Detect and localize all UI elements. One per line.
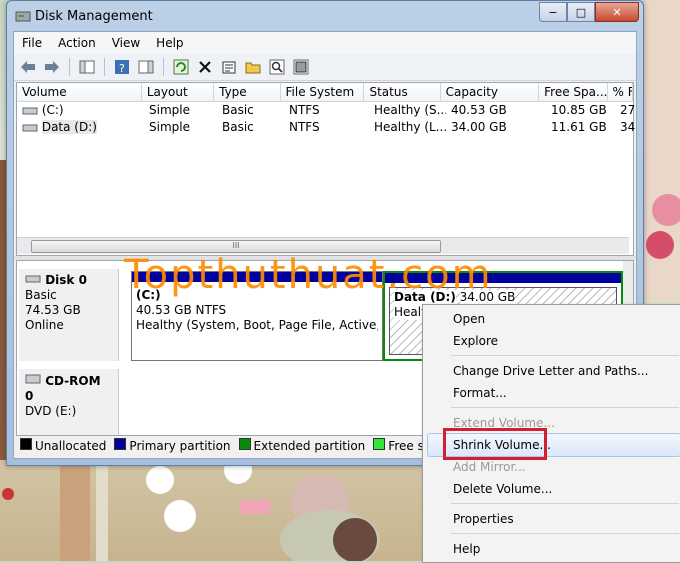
free-space-cell: 11.61 GB xyxy=(551,120,607,134)
menu-item-properties[interactable]: Properties xyxy=(453,509,514,529)
refresh-icon[interactable] xyxy=(171,57,191,77)
legend-swatch xyxy=(373,437,386,450)
highlight-annotation-box xyxy=(443,428,547,460)
delete-icon[interactable] xyxy=(195,57,215,77)
toolbar: ? xyxy=(14,54,636,81)
volume-list-header: Volume Layout Type File System Status Ca… xyxy=(17,83,633,102)
table-row[interactable]: (C:) Simple Basic NTFS Healthy (S... 40.… xyxy=(17,102,640,119)
menu-item-change-drive-letter[interactable]: Change Drive Letter and Paths... xyxy=(453,361,648,381)
menu-item-explore[interactable]: Explore xyxy=(453,331,498,351)
column-free-space[interactable]: Free Spa... xyxy=(539,83,608,101)
menu-item-format[interactable]: Format... xyxy=(453,383,507,403)
back-arrow-icon[interactable] xyxy=(18,57,38,77)
status-cell: Healthy (L... xyxy=(374,120,446,134)
status-cell: Healthy (S... xyxy=(374,103,446,117)
menu-help[interactable]: Help xyxy=(148,36,191,50)
legend-unallocated: Unallocated xyxy=(16,437,107,453)
search-icon[interactable] xyxy=(267,57,287,77)
window-controls: − □ ✕ xyxy=(539,2,639,22)
menu-item-help[interactable]: Help xyxy=(453,539,480,559)
legend-primary: Primary partition xyxy=(110,437,231,453)
settings-icon[interactable] xyxy=(291,57,311,77)
legend-swatch xyxy=(238,437,251,450)
title-bar[interactable]: Disk Management − □ ✕ xyxy=(7,1,643,31)
volume-name: Data (D:) xyxy=(41,120,97,134)
layout-cell: Simple xyxy=(149,103,190,117)
menu-view[interactable]: View xyxy=(104,36,148,50)
cdrom-icon xyxy=(25,374,41,384)
table-row[interactable]: Data (D:) Simple Basic NTFS Healthy (L..… xyxy=(17,119,640,136)
toolbar-separator xyxy=(163,58,164,76)
cdrom-0-label[interactable]: CD-ROM 0 DVD (E:) xyxy=(19,369,119,435)
column-type[interactable]: Type xyxy=(214,83,281,101)
disk-type: Basic xyxy=(25,288,57,302)
disk-name: Disk 0 xyxy=(45,273,87,287)
menu-bar: File Action View Help xyxy=(14,32,636,54)
legend-label: Extended partition xyxy=(253,438,366,453)
menu-item-delete-volume[interactable]: Delete Volume... xyxy=(453,479,552,499)
column-file-system[interactable]: File System xyxy=(281,83,365,101)
disk-state: Online xyxy=(25,318,64,332)
legend-swatch xyxy=(20,437,32,450)
open-folder-icon[interactable] xyxy=(243,57,263,77)
drive-icon xyxy=(22,107,38,114)
watermark: Topthuthuat.com xyxy=(124,252,493,298)
drive-icon xyxy=(22,124,38,131)
legend-label: Unallocated xyxy=(35,438,107,453)
type-cell: Basic xyxy=(222,103,254,117)
forward-arrow-icon[interactable] xyxy=(42,57,62,77)
menu-separator xyxy=(451,355,679,356)
menu-separator xyxy=(451,533,679,534)
menu-file[interactable]: File xyxy=(14,36,50,50)
menu-separator xyxy=(451,407,679,408)
volume-name: (C:) xyxy=(41,103,64,117)
partition-status: Healthy (System, Boot, Page File, Active… xyxy=(136,318,378,332)
disk-icon xyxy=(25,275,41,283)
free-space-cell: 10.85 GB xyxy=(551,103,607,117)
disk-management-icon xyxy=(15,11,31,22)
volume-cell: (C:) xyxy=(17,102,144,119)
column-volume[interactable]: Volume xyxy=(17,83,142,101)
menu-item-open[interactable]: Open xyxy=(453,309,485,329)
partition-size: 40.53 GB NTFS xyxy=(136,303,227,317)
disk-size: 74.53 GB xyxy=(25,303,81,317)
volume-list: Volume Layout Type File System Status Ca… xyxy=(16,82,635,256)
toolbar-separator xyxy=(104,58,105,76)
column-capacity[interactable]: Capacity xyxy=(441,83,540,101)
capacity-cell: 40.53 GB xyxy=(451,103,507,117)
column-status[interactable]: Status xyxy=(364,83,441,101)
action-pane-icon[interactable] xyxy=(136,57,156,77)
column-layout[interactable]: Layout xyxy=(142,83,215,101)
layout-cell: Simple xyxy=(149,120,190,134)
disk-type: DVD (E:) xyxy=(25,404,77,418)
minimize-button[interactable]: − xyxy=(539,2,567,22)
menu-item-add-mirror: Add Mirror... xyxy=(453,460,526,474)
close-button[interactable]: ✕ xyxy=(595,2,639,22)
svg-text:?: ? xyxy=(119,62,125,75)
help-icon[interactable]: ? xyxy=(112,57,132,77)
legend-swatch xyxy=(114,437,127,450)
window-title: Disk Management xyxy=(35,9,153,24)
column-percent-free[interactable]: % F xyxy=(608,83,633,101)
legend-label: Primary partition xyxy=(129,438,231,453)
file-system-cell: NTFS xyxy=(289,120,320,134)
volume-cell: Data (D:) xyxy=(17,119,144,136)
console-tree-icon[interactable] xyxy=(77,57,97,77)
percent-free-cell: 27 xyxy=(620,103,636,117)
toolbar-separator xyxy=(69,58,70,76)
type-cell: Basic xyxy=(222,120,254,134)
percent-free-cell: 34 xyxy=(620,120,636,134)
file-system-cell: NTFS xyxy=(289,103,320,117)
legend-extended: Extended partition xyxy=(235,437,366,453)
menu-separator xyxy=(451,503,679,504)
capacity-cell: 34.00 GB xyxy=(451,120,507,134)
maximize-button[interactable]: □ xyxy=(567,2,595,22)
disk-0-label[interactable]: Disk 0 Basic 74.53 GB Online xyxy=(19,269,119,361)
properties-icon[interactable] xyxy=(219,57,239,77)
menu-action[interactable]: Action xyxy=(50,36,104,50)
